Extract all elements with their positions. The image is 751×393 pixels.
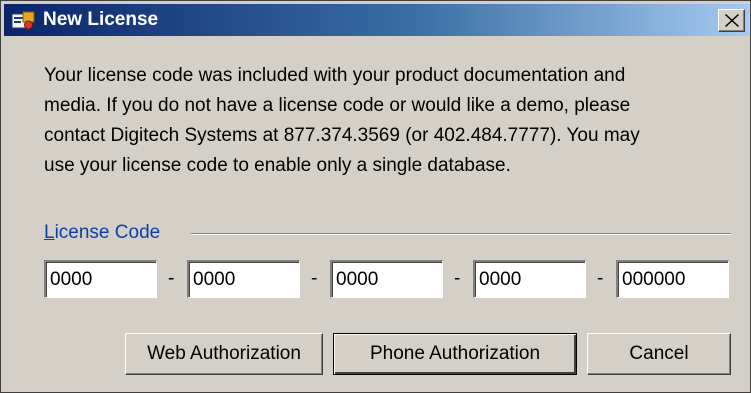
- phone-authorization-button[interactable]: Phone Authorization: [333, 333, 577, 375]
- license-code-field-4[interactable]: [473, 260, 586, 298]
- license-code-mnemonic: L: [44, 222, 55, 243]
- license-code-field-5[interactable]: [616, 260, 729, 298]
- title-bar[interactable]: New License: [4, 4, 749, 36]
- cancel-button[interactable]: Cancel: [587, 333, 731, 375]
- license-app-icon: [11, 11, 35, 31]
- license-code-field-1[interactable]: [44, 260, 157, 298]
- license-code-label-rest: icense Code: [54, 222, 161, 243]
- window-title: New License: [43, 9, 159, 30]
- close-icon: [725, 14, 739, 27]
- license-code-field-2[interactable]: [187, 260, 300, 298]
- license-code-group-label: License Code: [44, 221, 160, 245]
- license-code-field-3[interactable]: [330, 260, 443, 298]
- web-authorization-button[interactable]: Web Authorization: [125, 333, 323, 375]
- close-button[interactable]: [718, 9, 745, 32]
- license-code-separator-4: -: [597, 268, 604, 289]
- license-code-separator-3: -: [454, 268, 461, 289]
- group-divider: [191, 233, 731, 235]
- license-instructions-text: Your license code was included with your…: [44, 65, 640, 176]
- license-code-separator-1: -: [168, 268, 175, 289]
- new-license-dialog: New License Your license code was includ…: [0, 0, 751, 393]
- license-code-separator-2: -: [311, 268, 318, 289]
